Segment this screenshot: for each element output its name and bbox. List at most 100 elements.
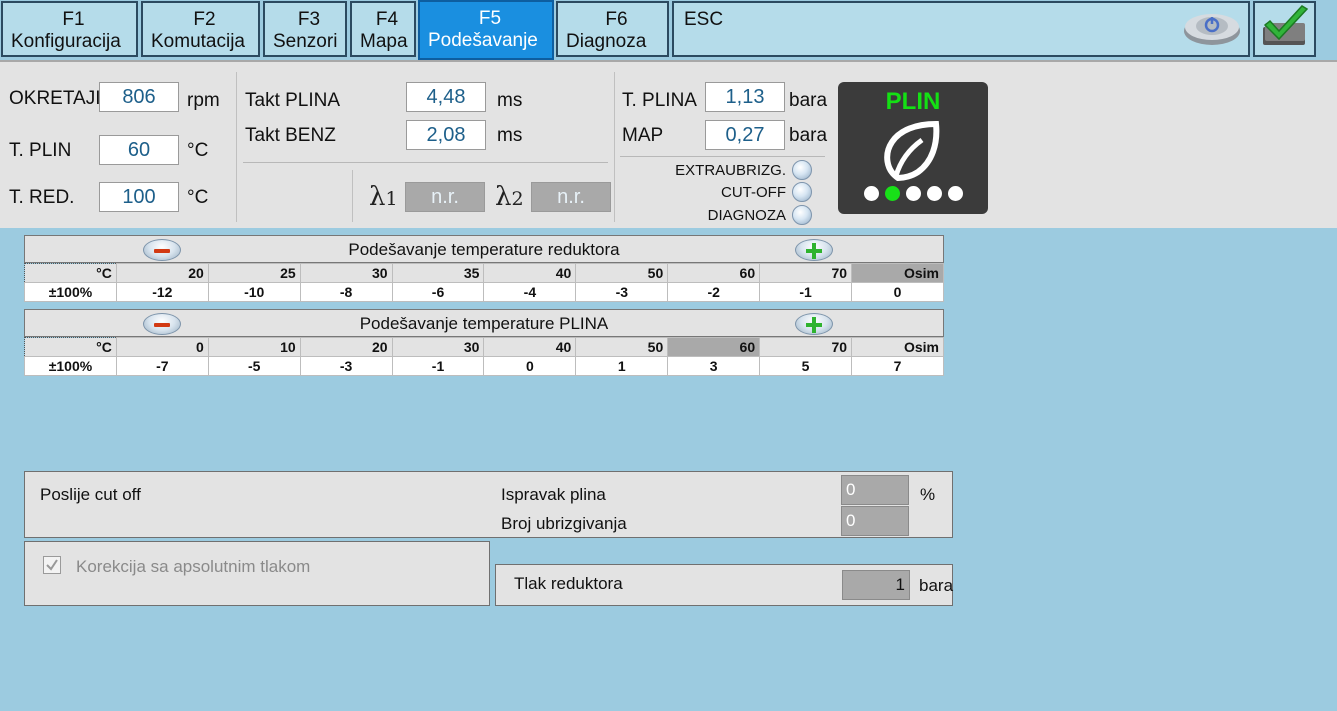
okretaji-label: OKRETAJI xyxy=(9,88,101,109)
connection-button[interactable] xyxy=(1182,7,1244,51)
temp-cell: 25 xyxy=(207,263,301,283)
tab-key: ESC xyxy=(684,9,724,30)
unit-cell: °C xyxy=(24,263,117,283)
temp-cell-highlighted: Osim xyxy=(851,263,944,283)
power-disc-icon xyxy=(1184,14,1240,45)
fuel-switch-panel[interactable]: PLIN xyxy=(838,82,988,214)
temp-cell-highlighted: 60 xyxy=(667,337,761,357)
cutoff-led xyxy=(792,182,812,202)
level-dot xyxy=(926,186,942,201)
ispravak-label: Ispravak plina xyxy=(501,485,606,504)
t-plina-label: T. PLINA xyxy=(622,90,697,111)
correction-cell[interactable]: -1 xyxy=(759,282,853,302)
takt-plina-label: Takt PLINA xyxy=(245,90,341,111)
map-label: MAP xyxy=(622,125,664,146)
extraubrizg-led xyxy=(792,160,812,180)
correction-cell[interactable]: 1 xyxy=(575,356,669,376)
temp-cell: 20 xyxy=(299,337,393,357)
tab-key: F4 xyxy=(375,9,399,30)
temp-cell: 40 xyxy=(483,263,577,283)
level-dot xyxy=(905,186,921,201)
increase-button[interactable] xyxy=(795,239,833,261)
correction-cell[interactable]: -4 xyxy=(483,282,577,302)
takt-plina-unit: ms xyxy=(497,90,523,111)
temp-cell: 20 xyxy=(115,263,209,283)
correction-cell[interactable]: -5 xyxy=(207,356,301,376)
tab-bar: F1 Konfiguracija F2 Komutacija F3 Senzor… xyxy=(0,0,1337,60)
t-plin-label: T. PLIN xyxy=(9,140,72,161)
correction-cell[interactable]: 0 xyxy=(851,282,944,302)
tab-label: Konfiguracija xyxy=(11,31,121,52)
temperature-row: °C 20 25 30 35 40 50 60 70 Osim xyxy=(24,263,944,283)
broj-input[interactable]: 0 xyxy=(841,506,909,536)
temp-cell: 70 xyxy=(759,263,853,283)
t-red-label: T. RED. xyxy=(9,187,75,208)
status-panel: OKRETAJI 806 rpm T. PLIN 60 °C T. RED. 1… xyxy=(0,60,1337,228)
temp-cell: 50 xyxy=(575,337,669,357)
fuel-level-dots xyxy=(838,186,988,206)
tab-esc[interactable]: ESC xyxy=(672,1,1250,57)
reduktor-grid: °C 20 25 30 35 40 50 60 70 Osim ±100% -1… xyxy=(24,263,944,302)
tab-key: F2 xyxy=(193,9,216,30)
correction-cell[interactable]: 3 xyxy=(667,356,761,376)
correction-cell[interactable]: -8 xyxy=(299,282,393,302)
korekcija-label: Korekcija sa apsolutnim tlakom xyxy=(76,557,311,576)
correction-cell[interactable]: -3 xyxy=(575,282,669,302)
fuel-label: PLIN xyxy=(885,88,941,115)
plina-temp-table: Podešavanje temperature PLINA °C 0 10 20… xyxy=(24,309,944,376)
correction-row: ±100% -7 -5 -3 -1 0 1 3 5 7 xyxy=(24,356,944,376)
lambda1-label: λ1 xyxy=(369,182,398,212)
row-label: ±100% xyxy=(24,356,117,376)
increase-button[interactable] xyxy=(795,313,833,335)
tab-diagnoza[interactable]: F6 Diagnoza xyxy=(556,1,669,57)
level-dot xyxy=(863,186,879,201)
tlak-input[interactable]: 1 xyxy=(842,570,910,600)
lambda2-value: n.r. xyxy=(531,182,611,212)
checkmark-icon xyxy=(1263,5,1309,45)
correction-cell[interactable]: 0 xyxy=(483,356,577,376)
confirm-button[interactable] xyxy=(1253,1,1316,57)
ispravak-input[interactable]: 0 xyxy=(841,475,909,505)
t-plin-unit: °C xyxy=(187,140,209,161)
tab-label: Podešavanje xyxy=(428,30,538,51)
tab-komutacija[interactable]: F2 Komutacija xyxy=(141,1,260,57)
tab-senzori[interactable]: F3 Senzori xyxy=(263,1,347,57)
t-red-unit: °C xyxy=(187,187,209,208)
tab-konfiguracija[interactable]: F1 Konfiguracija xyxy=(1,1,138,57)
tlak-unit: bara xyxy=(919,576,954,595)
correction-row: ±100% -12 -10 -8 -6 -4 -3 -2 -1 0 xyxy=(24,282,944,302)
divider xyxy=(243,162,608,163)
divider xyxy=(620,156,825,157)
level-dot-active xyxy=(884,186,900,201)
correction-cell[interactable]: 5 xyxy=(759,356,853,376)
correction-cell[interactable]: -7 xyxy=(115,356,209,376)
tab-key: F5 xyxy=(478,8,502,29)
correction-cell[interactable]: -6 xyxy=(391,282,485,302)
tab-key: F6 xyxy=(605,9,628,30)
temp-cell: 40 xyxy=(483,337,577,357)
temp-cell: 35 xyxy=(391,263,485,283)
tab-mapa[interactable]: F4 Mapa xyxy=(350,1,416,57)
correction-cell[interactable]: -12 xyxy=(115,282,209,302)
temp-cell: 10 xyxy=(207,337,301,357)
divider xyxy=(236,72,237,222)
t-plina-value: 1,13 xyxy=(705,82,785,112)
korekcija-checkbox[interactable] xyxy=(43,556,61,574)
correction-cell[interactable]: -10 xyxy=(207,282,301,302)
takt-benz-unit: ms xyxy=(497,125,523,146)
t-red-value: 100 xyxy=(99,182,179,212)
temp-cell: 70 xyxy=(759,337,853,357)
correction-cell[interactable]: -2 xyxy=(667,282,761,302)
correction-cell[interactable]: 7 xyxy=(851,356,944,376)
tab-label: Diagnoza xyxy=(566,31,647,52)
okretaji-unit: rpm xyxy=(187,90,220,111)
tlak-panel: Tlak reduktora 1 bara xyxy=(495,564,953,606)
tab-podesavanje[interactable]: F5 Podešavanje xyxy=(418,0,554,60)
lambda-index: 1 xyxy=(385,188,398,210)
correction-cell[interactable]: -1 xyxy=(391,356,485,376)
correction-cell[interactable]: -3 xyxy=(299,356,393,376)
reduktor-temp-table: Podešavanje temperature reduktora °C 20 … xyxy=(24,235,944,302)
gas-flame-icon xyxy=(884,120,940,182)
takt-plina-value: 4,48 xyxy=(406,82,486,112)
plina-grid: °C 0 10 20 30 40 50 60 70 Osim ±100% -7 … xyxy=(24,337,944,376)
